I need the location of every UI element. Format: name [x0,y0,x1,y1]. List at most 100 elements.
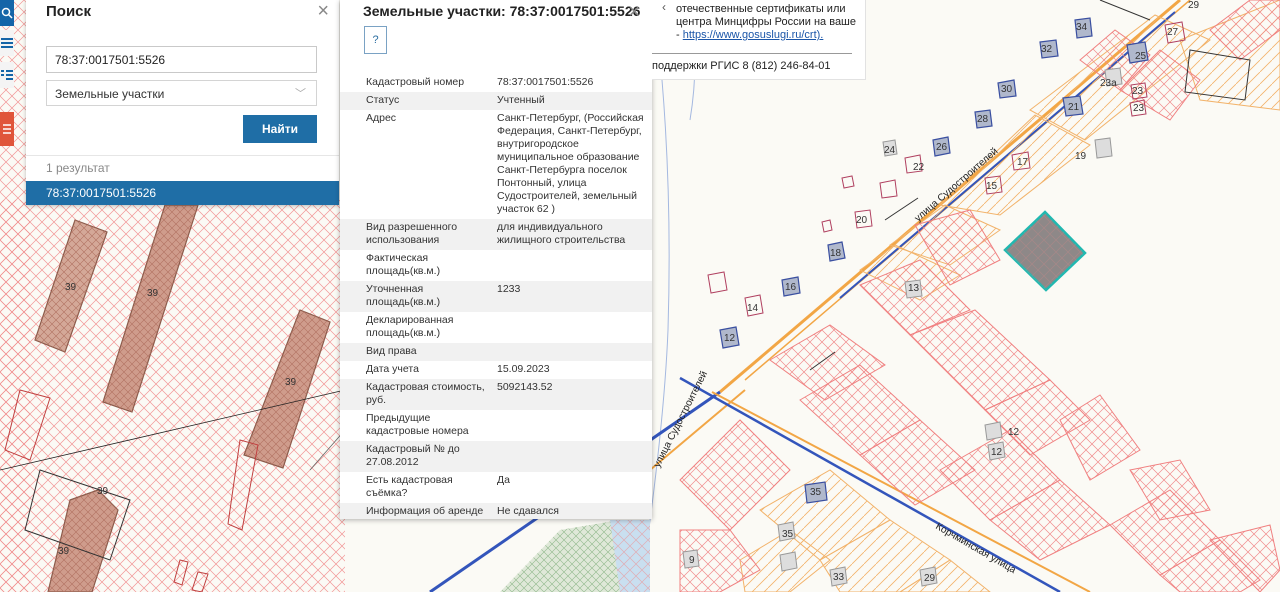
attribute-table: Кадастровый номер 78:37:0017501:5526 Стату… [340,74,652,519]
attribute-key: Кадастровый № до 27.08.2012 [366,443,460,468]
svg-text:33: 33 [833,572,845,583]
attribute-value: Не сдавался [497,505,559,517]
svg-text:34: 34 [1076,22,1088,33]
svg-text:12: 12 [1008,427,1020,438]
attribute-row: Предыдущие кадастровые номера [340,410,652,441]
attribute-row: Уточненная площадь(кв.м.) 1233 [340,281,652,312]
svg-text:12: 12 [991,447,1003,458]
attribute-value [497,443,652,469]
legend-icon[interactable] [0,62,14,88]
attribute-row: Информация об аренде Не сдавался [340,503,652,519]
svg-text:23: 23 [1133,103,1145,114]
svg-text:15: 15 [986,181,998,192]
svg-text:26: 26 [936,142,948,153]
attribute-value: 1233 [497,283,521,295]
category-select-value: Земельные участки [55,87,165,101]
notice-line-1: отечественные сертификаты или [676,3,846,15]
svg-text:30: 30 [1001,84,1013,95]
svg-text:29: 29 [924,573,936,584]
attribute-key: Статус [366,94,400,106]
notice-divider [652,53,852,54]
attribute-row: Декларированная площадь(кв.м.) [340,312,652,343]
results-count: 1 результат [46,161,110,175]
svg-text:17: 17 [1017,157,1029,168]
svg-text:21: 21 [1068,102,1080,113]
attribute-value: 5092143.52 [497,381,553,393]
attribute-value [497,345,652,358]
chevron-left-icon[interactable]: ‹ [662,0,666,14]
attribute-value: для индивидуального жилищного строительс… [497,221,626,246]
svg-text:18: 18 [830,248,842,259]
svg-text:29: 29 [1188,0,1200,11]
svg-text:19: 19 [1075,151,1087,162]
parcel-info-panel: Земельные участки: 78:37:0017501:5526 × … [340,0,652,519]
attribute-key: Есть кадастровая съёмка? [366,474,453,499]
attribute-row: Кадастровый номер 78:37:0017501:5526 [340,74,652,92]
search-icon[interactable] [0,0,14,26]
svg-text:9: 9 [689,555,695,566]
attribute-key: Декларированная площадь(кв.м.) [366,314,454,339]
svg-text:39: 39 [285,377,297,388]
chevron-down-icon: ﹀ [295,88,306,100]
attribute-key: Кадастровый номер [366,76,465,88]
attribute-key: Уточненная площадь(кв.м.) [366,283,441,308]
attribute-key: Вид права [366,345,417,357]
close-icon[interactable]: × [317,0,329,22]
svg-text:35: 35 [810,487,822,498]
attribute-value [497,412,652,438]
attribute-row: Фактическая площадь(кв.м.) [340,250,652,281]
attribute-value: Санкт-Петербург, (Российская Федерация, … [497,112,644,215]
svg-text:23: 23 [1132,86,1144,97]
svg-text:35: 35 [782,529,794,540]
list-icon[interactable] [0,30,14,56]
support-phone: поддержки РГИС 8 (812) 246-84-01 [652,60,831,72]
search-panel: Поиск × Земельные участки ﹀ Найти 1 резу… [26,0,339,205]
attribute-key: Вид разрешенного использования [366,221,458,246]
attribute-key: Фактическая площадь(кв.м.) [366,252,441,277]
svg-text:23a: 23a [1100,78,1117,89]
svg-text:13: 13 [908,283,920,294]
info-title: Земельные участки: 78:37:0017501:5526 [363,3,641,19]
attribute-row: Есть кадастровая съёмка? Да [340,472,652,503]
attribute-row: Адрес Санкт-Петербург, (Российская Федера… [340,110,652,219]
attribute-row: Вид права [340,343,652,361]
svg-text:39: 39 [65,282,77,293]
attribute-row: Вид разрешенного использования для индиви… [340,219,652,250]
search-input[interactable] [46,46,317,73]
svg-text:39: 39 [97,486,109,497]
svg-text:20: 20 [856,215,868,226]
notice-link-line: - https://www.gosuslugi.ru/crt). [676,29,866,42]
svg-text:32: 32 [1041,44,1053,55]
attribute-row: Дата учета 15.09.2023 [340,361,652,379]
attribute-value: 78:37:0017501:5526 [497,76,594,88]
attribute-value: Да [497,474,510,486]
result-item[interactable]: 78:37:0017501:5526 [26,181,339,205]
svg-text:25: 25 [1135,51,1147,62]
category-select[interactable]: Земельные участки ﹀ [46,80,317,106]
layers-icon[interactable] [0,112,14,146]
attribute-row: Кадастровый № до 27.08.2012 [340,441,652,472]
certificate-notice: ‹ отечественные сертификаты или центра М… [652,0,866,80]
svg-text:12: 12 [724,333,736,344]
attribute-key: Предыдущие кадастровые номера [366,412,469,437]
search-title: Поиск [46,3,92,20]
notice-line-2: центра Минцифры России на ваше [676,16,857,28]
help-icon[interactable]: ? [364,26,387,54]
gosuslugi-link[interactable]: https://www.gosuslugi.ru/crt). [683,29,824,41]
svg-text:39: 39 [147,288,159,299]
notice-link-prefix: - [676,29,683,41]
attribute-row: Статус Учтенный [340,92,652,110]
attribute-value [497,314,652,340]
attribute-value: Учтенный [497,94,545,106]
attribute-value: 15.09.2023 [497,363,550,375]
attribute-key: Кадастровая стоимость, руб. [366,381,485,406]
divider [26,155,339,156]
attribute-row: Кадастровая стоимость, руб. 5092143.52 [340,379,652,410]
left-toolbar [0,0,14,150]
close-icon[interactable]: × [628,1,640,23]
find-button[interactable]: Найти [243,115,317,143]
attribute-value [497,252,652,278]
svg-text:28: 28 [977,114,989,125]
svg-text:39: 39 [58,546,70,557]
svg-text:24: 24 [884,145,896,156]
